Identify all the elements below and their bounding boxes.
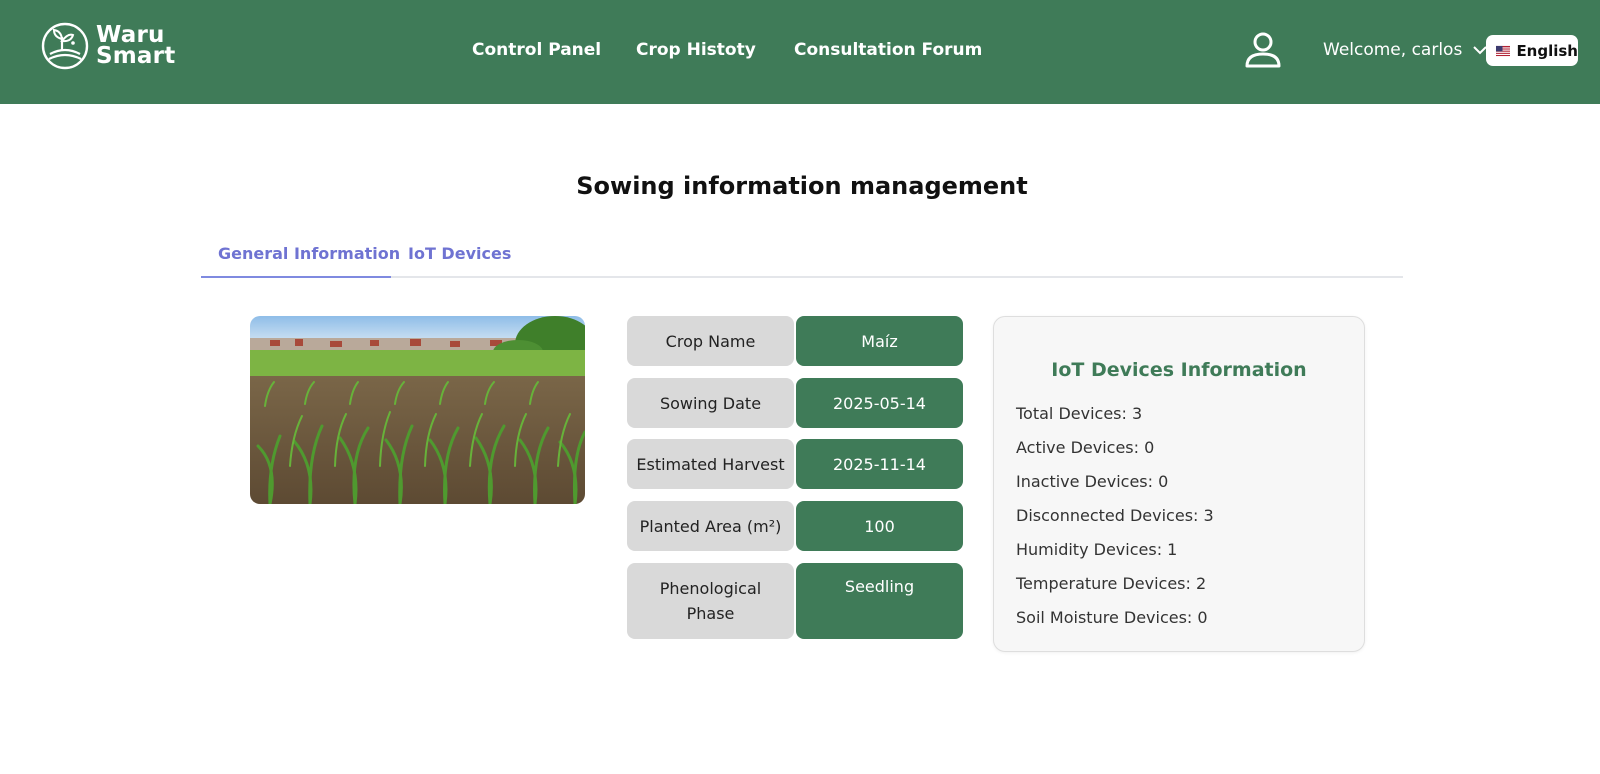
planted-area-label: Planted Area (m²) [627,501,794,551]
iot-devices-card: IoT Devices Information Total Devices: 3… [993,316,1365,652]
user-icon[interactable] [1243,30,1283,70]
phenological-phase-row: Phenological Phase Seedling [627,563,963,639]
phenological-phase-label-line1: Phenological [659,579,762,598]
page-title: Sowing information management [576,172,1028,200]
crop-name-row: Crop Name Maíz [627,316,963,366]
nav-crop-history[interactable]: Crop Histoty [636,40,756,60]
sowing-date-label: Sowing Date [627,378,794,428]
welcome-text: Welcome, carlos [1323,40,1463,60]
phenological-phase-label-line2: Phase [686,604,735,623]
iot-inactive-devices: Inactive Devices: 0 [1016,472,1169,491]
crop-name-label: Crop Name [627,316,794,366]
nav-consultation-forum[interactable]: Consultation Forum [794,40,982,60]
planted-area-row: Planted Area (m²) 100 [627,501,963,551]
estimated-harvest-value: 2025-11-14 [796,439,963,489]
tab-general-information[interactable]: General Information [218,244,400,263]
phenological-phase-label: Phenological Phase [627,563,794,639]
top-navbar: Waru Smart Control Panel Crop Histoty Co… [0,0,1600,104]
crop-name-value: Maíz [796,316,963,366]
tab-iot-devices[interactable]: IoT Devices [408,244,511,263]
estimated-harvest-label: Estimated Harvest [627,439,794,489]
iot-active-devices: Active Devices: 0 [1016,438,1155,457]
iot-disconnected-devices: Disconnected Devices: 3 [1016,506,1214,525]
estimated-harvest-row: Estimated Harvest 2025-11-14 [627,439,963,489]
language-label: English [1516,41,1578,60]
iot-humidity-devices: Humidity Devices: 1 [1016,540,1178,559]
sowing-date-row: Sowing Date 2025-05-14 [627,378,963,428]
language-selector[interactable]: English [1486,35,1578,66]
phenological-phase-value: Seedling [796,563,963,639]
crop-photo [250,316,585,504]
planted-area-value: 100 [796,501,963,551]
sowing-date-value: 2025-05-14 [796,378,963,428]
us-flag-icon [1496,45,1511,56]
iot-soil-moisture-devices: Soil Moisture Devices: 0 [1016,608,1208,627]
iot-total-devices: Total Devices: 3 [1016,404,1143,423]
iot-temperature-devices: Temperature Devices: 2 [1016,574,1207,593]
nav-control-panel[interactable]: Control Panel [472,40,601,60]
active-tab-indicator [201,276,391,278]
user-menu[interactable]: Welcome, carlos [1323,40,1488,60]
iot-card-title: IoT Devices Information [1051,359,1307,381]
tab-bar: General Information IoT Devices [201,232,1403,278]
